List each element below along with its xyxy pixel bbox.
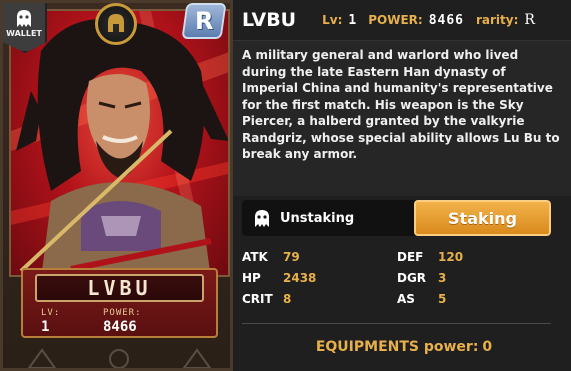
stat-dgr: DGR 3 <box>397 271 446 285</box>
staking-toggle: Unstaking Staking <box>242 200 551 236</box>
card-power-label: POWER: <box>103 308 142 318</box>
ghost-icon <box>17 10 31 27</box>
hero-name: LVBU <box>242 9 297 31</box>
stat-label: ATK <box>242 250 268 264</box>
hero-portrait-image <box>11 11 228 275</box>
card-lv-value: 1 <box>41 319 50 335</box>
stat-value: 3 <box>438 271 447 285</box>
stat-def: DEF 120 <box>397 250 463 264</box>
ornament-icon <box>109 348 130 368</box>
stat-label: AS <box>397 292 415 306</box>
stat-label: CRIT <box>242 292 273 306</box>
card-lv-label: LV: <box>41 308 61 318</box>
rarity-letter: R <box>194 7 214 35</box>
stat-value: 2438 <box>283 271 317 285</box>
stat-crit: CRIT 8 <box>242 292 291 306</box>
stat-value: 79 <box>283 250 300 264</box>
hero-description: A military general and warlord who lived… <box>233 40 571 196</box>
card-footer-decoration <box>3 343 230 368</box>
stat-value: 120 <box>438 250 464 264</box>
ghost-icon <box>255 210 269 227</box>
equipments-power: EQUIPMENTS power: 0 <box>233 339 571 355</box>
stat-label: DGR <box>397 271 427 285</box>
hero-header: LVBU Lv: 1 POWER: 8466 rarity: R <box>233 0 571 40</box>
stat-label: DEF <box>397 250 424 264</box>
wallet-label: WALLET <box>6 29 42 38</box>
card-power-value: 8466 <box>103 319 137 335</box>
level-value: 1 <box>348 12 357 28</box>
card-hero-name: LVBU <box>35 274 204 302</box>
power-label: POWER: <box>368 13 423 27</box>
stat-atk: ATK 79 <box>242 250 300 264</box>
ornament-icon <box>182 347 212 368</box>
stat-value: 8 <box>283 292 292 306</box>
equipments-value: 0 <box>482 339 493 355</box>
rarity-value: R <box>524 12 535 28</box>
hero-info-panel: LVBU Lv: 1 POWER: 8466 rarity: R A milit… <box>233 0 571 371</box>
ornament-icon <box>27 347 57 368</box>
rarity-badge: R <box>181 3 227 39</box>
unstaking-button[interactable]: Unstaking <box>242 200 414 236</box>
stat-value: 5 <box>438 292 447 306</box>
stat-hp: HP 2438 <box>242 271 316 285</box>
rarity-label: rarity: <box>476 13 519 27</box>
level-label: Lv: <box>322 13 343 27</box>
card-name-plate: LVBU LV: 1 POWER: 8466 <box>21 268 218 338</box>
power-value: 8466 <box>428 12 464 28</box>
divider <box>242 323 551 324</box>
stat-as: AS 5 <box>397 292 446 306</box>
stat-label: HP <box>242 271 261 285</box>
helmet-icon <box>108 14 124 32</box>
class-badge <box>95 3 137 45</box>
hero-card[interactable]: WALLET R LVBU LV: 1 POWER: 8466 <box>0 0 233 371</box>
equipments-label: EQUIPMENTS power: <box>315 339 479 355</box>
staking-button[interactable]: Staking <box>414 200 551 236</box>
hero-artwork <box>9 9 230 277</box>
unstaking-label: Unstaking <box>280 210 355 226</box>
